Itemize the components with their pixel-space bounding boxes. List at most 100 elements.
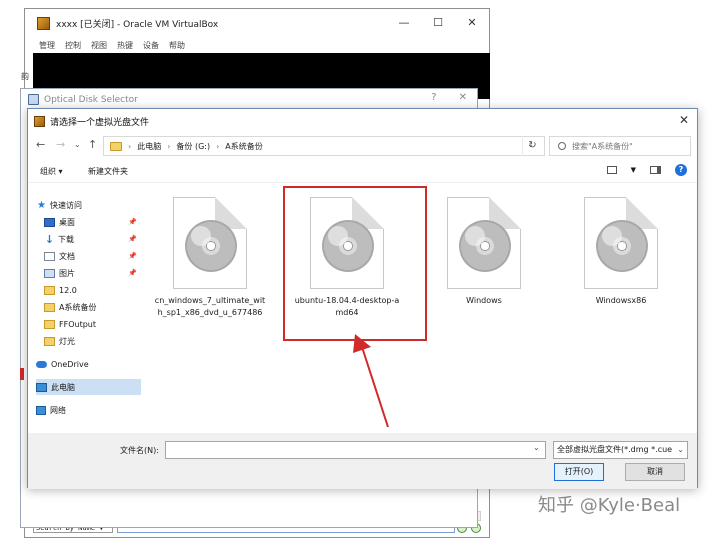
help-icon[interactable]: ?: [675, 164, 687, 176]
refresh-icon[interactable]: ↻: [522, 136, 542, 156]
pin-icon[interactable]: 📌: [128, 252, 137, 260]
chevron-right-icon[interactable]: ›: [216, 142, 219, 151]
forward-icon[interactable]: →: [56, 138, 65, 151]
dialog-title: 请选择一个虚拟光盘文件: [50, 117, 150, 128]
nav-label: 下载: [58, 234, 74, 244]
nav-label: OneDrive: [51, 359, 89, 369]
filename-label: 文件名(N):: [120, 446, 159, 455]
nav-folder-12[interactable]: 12.0: [36, 282, 141, 298]
disc-icon: [185, 220, 237, 272]
nav-label: 快速访问: [50, 200, 82, 210]
desktop-icon: [44, 217, 55, 227]
file-item[interactable]: Windows: [424, 197, 544, 307]
nav-network[interactable]: 网络: [36, 402, 141, 418]
nav-quick-access[interactable]: ★ 快速访问: [36, 197, 141, 213]
virtualbox-menubar: 管理 控制 视图 热键 设备 帮助: [25, 37, 489, 53]
chevron-down-icon: ⌄: [675, 442, 684, 458]
new-folder-button[interactable]: 新建文件夹: [88, 166, 128, 177]
cancel-button[interactable]: 取消: [625, 463, 685, 481]
nav-folder-a-backup[interactable]: A系统备份: [36, 299, 141, 315]
nav-documents[interactable]: 文档 📌: [36, 248, 141, 264]
nav-label: 桌面: [59, 217, 75, 227]
menu-view[interactable]: 视图: [91, 40, 107, 51]
file-name: cn_windows_7_ultimate_with_sp1_x86_dvd_u…: [154, 296, 266, 317]
minimize-button[interactable]: —: [387, 9, 421, 37]
red-edge-mark: [20, 368, 24, 380]
file-name: Windows: [466, 296, 502, 305]
filename-input[interactable]: [165, 441, 546, 459]
window-controls: — ☐ ✕: [387, 9, 489, 37]
breadcrumb-drive-g[interactable]: 备份 (G:): [176, 141, 210, 152]
dialog-bottom-bar: 文件名(N): ⌄ 全部虚拟光盘文件(*.dmg *.cue ⌄ 打开(O) 取…: [28, 433, 697, 489]
navigation-pane: ★ 快速访问 桌面 📌 ↓ 下载 📌 文档 📌 图片 📌 12.0 A系统备份 …: [36, 193, 141, 429]
filetype-select[interactable]: 全部虚拟光盘文件(*.dmg *.cue ⌄: [553, 441, 688, 459]
organize-button[interactable]: 组织 ▾: [40, 166, 63, 177]
download-icon: ↓: [44, 232, 55, 246]
menu-control[interactable]: 控制: [65, 40, 81, 51]
open-button[interactable]: 打开(O): [554, 463, 604, 481]
back-icon[interactable]: ←: [36, 138, 45, 151]
nav-label: A系统备份: [59, 302, 97, 312]
nav-label: 12.0: [59, 285, 77, 295]
filetype-value: 全部虚拟光盘文件(*.dmg *.cue: [557, 445, 673, 454]
computer-icon: [36, 382, 47, 392]
virtualbox-app-icon: [37, 16, 50, 30]
dialog-app-icon: [34, 115, 45, 127]
dialog-close-button[interactable]: ✕: [679, 113, 689, 127]
document-icon: [44, 251, 55, 261]
nav-label: 灯光: [59, 336, 75, 346]
folder-icon: [110, 141, 122, 151]
maximize-button[interactable]: ☐: [421, 9, 455, 37]
pin-icon[interactable]: 📌: [128, 269, 137, 277]
ods-controls: ? ✕: [431, 92, 467, 103]
nav-this-pc[interactable]: 此电脑: [36, 379, 141, 395]
menu-hotkey[interactable]: 热键: [117, 40, 133, 51]
nav-label: 图片: [59, 268, 75, 278]
nav-label: 网络: [50, 405, 66, 415]
optical-disk-selector-titlebar: Optical Disk Selector ? ✕: [21, 89, 477, 110]
breadcrumb-a-backup[interactable]: A系统备份: [225, 141, 262, 152]
highlight-box: [283, 186, 427, 341]
nav-onedrive[interactable]: OneDrive: [36, 356, 141, 372]
breadcrumb-this-pc[interactable]: 此电脑: [137, 141, 161, 152]
file-item[interactable]: Windowsx86: [561, 197, 681, 307]
breadcrumb[interactable]: › 此电脑 › 备份 (G:) › A系统备份 ⌄: [103, 136, 545, 156]
nav-pictures[interactable]: 图片 📌: [36, 265, 141, 281]
edge-char: 韵: [21, 72, 29, 81]
cloud-icon: [36, 360, 47, 368]
ods-close-button[interactable]: ✕: [459, 92, 467, 103]
file-item[interactable]: cn_windows_7_ultimate_with_sp1_x86_dvd_u…: [150, 197, 270, 319]
nav-folder-lights[interactable]: 灯光: [36, 333, 141, 349]
ods-help-button[interactable]: ?: [431, 92, 436, 103]
chevron-right-icon[interactable]: ›: [128, 142, 131, 151]
recent-dropdown-icon[interactable]: ⌄: [74, 140, 81, 149]
search-input[interactable]: 搜索"A系统备份": [549, 136, 691, 156]
optical-disk-icon: [28, 94, 39, 105]
menu-manage[interactable]: 管理: [39, 40, 55, 51]
dialog-toolbar: 组织 ▾ 新建文件夹 ▼ ?: [28, 159, 697, 183]
disc-image-file-icon: [173, 197, 247, 289]
folder-icon: [44, 285, 55, 295]
search-placeholder: 搜索"A系统备份": [572, 141, 633, 151]
toolbar-right: ▼ ?: [606, 164, 687, 176]
view-dropdown-icon[interactable]: ▼: [631, 166, 636, 174]
nav-downloads[interactable]: ↓ 下载 📌: [36, 231, 141, 247]
nav-label: 文档: [59, 251, 75, 261]
file-name: Windowsx86: [595, 296, 647, 305]
preview-pane-icon[interactable]: [650, 166, 661, 174]
close-button[interactable]: ✕: [455, 9, 489, 37]
menu-help[interactable]: 帮助: [169, 40, 185, 51]
menu-devices[interactable]: 设备: [143, 40, 159, 51]
disc-image-file-icon: [584, 197, 658, 289]
nav-folder-ffoutput[interactable]: FFOutput: [36, 316, 141, 332]
folder-icon: [44, 336, 55, 346]
view-options-icon[interactable]: [606, 166, 617, 174]
virtualbox-titlebar: xxxx [已关闭] - Oracle VM VirtualBox — ☐ ✕: [25, 9, 489, 37]
up-icon[interactable]: ↑: [88, 138, 97, 151]
filename-history-icon[interactable]: ⌄: [533, 443, 540, 452]
pin-icon[interactable]: 📌: [128, 235, 137, 243]
pin-icon[interactable]: 📌: [128, 218, 137, 226]
nav-desktop[interactable]: 桌面 📌: [36, 214, 141, 230]
chevron-right-icon[interactable]: ›: [167, 142, 170, 151]
optical-disk-selector-title: Optical Disk Selector: [44, 94, 138, 105]
